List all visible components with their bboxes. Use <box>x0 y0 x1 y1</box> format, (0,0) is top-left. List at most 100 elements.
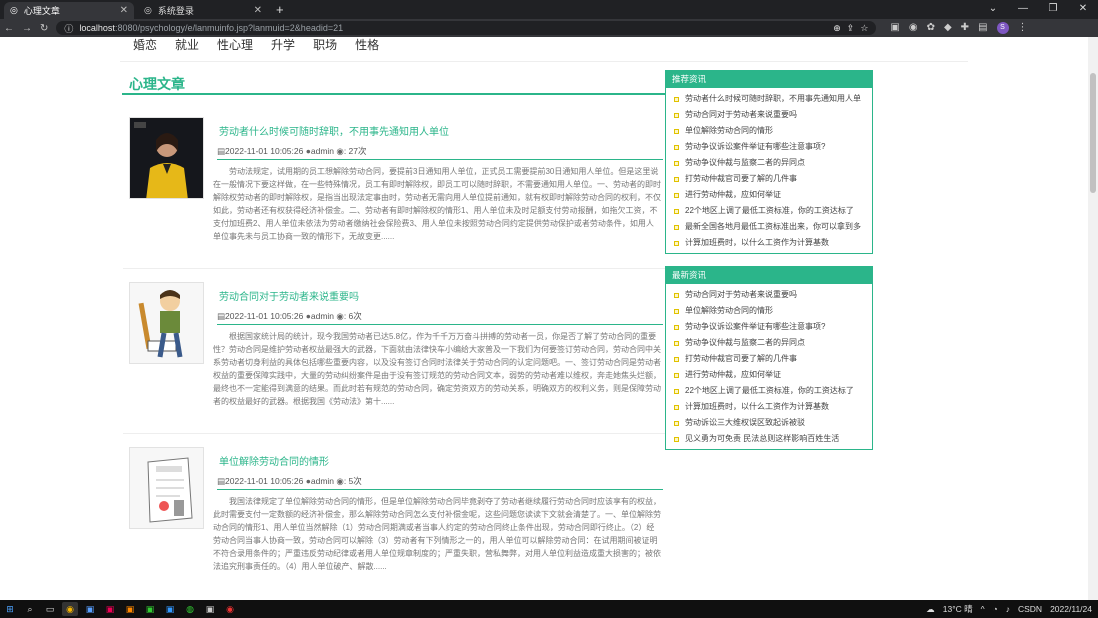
article-views: 6次 <box>348 311 362 321</box>
latest-title: 最新资讯 <box>666 266 872 284</box>
tab-psychology-articles[interactable]: ◎ 心理文章 ✕ <box>4 2 134 19</box>
address-bar[interactable]: ⓘ localhost:8080/psychology/e/lanmuinfo.… <box>56 21 877 35</box>
list-item[interactable]: 进行劳动仲裁，应如何举证 <box>674 367 872 383</box>
bullet-icon <box>674 404 679 410</box>
list-item[interactable]: 单位解除劳动合同的情形 <box>674 123 872 139</box>
list-item[interactable]: 单位解除劳动合同的情形 <box>674 303 872 319</box>
nav-item-sex-psychology[interactable]: 性心理 <box>217 37 253 53</box>
nav-item-employment[interactable]: 就业 <box>175 37 199 53</box>
article-thumbnail[interactable] <box>129 117 204 199</box>
list-item[interactable]: 22个地区上调了最低工资标准，你的工资达标了 <box>674 383 872 399</box>
tray-chevron-icon[interactable]: ^ <box>981 604 985 614</box>
list-item[interactable]: 劳动争议诉讼案件举证有哪些注意事项? <box>674 319 872 335</box>
list-item[interactable]: 计算加班费时，以什么工资作为计算基数 <box>674 399 872 415</box>
list-item[interactable]: 劳动争议仲裁与监察二者的异同点 <box>674 155 872 171</box>
clock[interactable]: 2022/11/24 <box>1050 604 1092 614</box>
menu-icon[interactable]: ⋮ <box>1018 22 1028 34</box>
list-item[interactable]: 进行劳动仲裁，应如何举证 <box>674 187 872 203</box>
list-item[interactable]: 见义勇为可免责 民法总则这样影响百姓生活 <box>674 431 872 447</box>
dropdown-icon[interactable]: ⌄ <box>978 0 1008 19</box>
browser-tab-bar: ◎ 心理文章 ✕ ◎ 系统登录 ✕ + ⌄ — ❐ ✕ <box>0 0 1098 19</box>
list-item[interactable]: 22个地区上调了最低工资标准，你的工资达标了 <box>674 203 872 219</box>
page-scrollbar[interactable] <box>1088 37 1098 600</box>
minimize-button[interactable]: — <box>1008 0 1038 19</box>
profile-avatar[interactable]: S <box>996 22 1009 34</box>
list-item[interactable]: 打劳动仲裁官司要了解的几件事 <box>674 351 872 367</box>
article-item: 劳动合同对于劳动者来说重要吗 ▤2022-11-01 10:05:26 ●adm… <box>123 274 666 434</box>
info-icon[interactable]: ⓘ <box>64 22 73 35</box>
category-nav: 婚恋 就业 性心理 升学 职场 性格 <box>133 37 397 53</box>
bullet-icon <box>674 292 679 298</box>
extension-icon[interactable]: ▣ <box>890 22 899 34</box>
app-taskbar-icon[interactable]: ▣ <box>162 602 178 616</box>
bullet-icon <box>674 308 679 314</box>
app-taskbar-icon[interactable]: ◉ <box>222 602 238 616</box>
back-icon[interactable]: ← <box>4 23 14 34</box>
extension-icon[interactable]: ◆ <box>944 22 952 34</box>
list-item[interactable]: 劳动合同对于劳动者来说重要吗 <box>674 107 872 123</box>
network-icon[interactable]: ◔ <box>993 604 998 614</box>
tab-label: 心理文章 <box>23 6 60 16</box>
reload-icon[interactable]: ↻ <box>40 23 48 34</box>
list-item[interactable]: 劳动争议诉讼案件举证有哪些注意事项? <box>674 139 872 155</box>
article-title-link[interactable]: 劳动者什么时候可随时辞职，不用事先通知用人单位 <box>219 123 449 138</box>
extension-icon[interactable]: ✿ <box>927 22 935 34</box>
wechat-taskbar-icon[interactable]: ◍ <box>182 602 198 616</box>
list-item[interactable]: 劳动者什么时候可随时辞职，不用事先通知用人单 <box>674 91 872 107</box>
close-tab-icon[interactable]: ✕ <box>254 5 262 16</box>
latest-list: 劳动合同对于劳动者来说重要吗 单位解除劳动合同的情形 劳动争议诉讼案件举证有哪些… <box>666 284 872 449</box>
tab-system-login[interactable]: ◎ 系统登录 ✕ <box>138 2 268 19</box>
article-title-link[interactable]: 单位解除劳动合同的情形 <box>219 453 329 468</box>
app-taskbar-icon[interactable]: ▣ <box>142 602 158 616</box>
nav-item-further-study[interactable]: 升学 <box>271 37 295 53</box>
list-item[interactable]: 劳动合同对于劳动者来说重要吗 <box>674 287 872 303</box>
task-view-icon[interactable]: ▭ <box>42 602 58 616</box>
bullet-icon <box>674 420 679 426</box>
sidebar-icon[interactable]: ▤ <box>978 22 987 34</box>
share-icon[interactable]: ⇪ <box>847 23 855 34</box>
nav-item-marriage[interactable]: 婚恋 <box>133 37 157 53</box>
nav-item-personality[interactable]: 性格 <box>355 37 379 53</box>
bullet-icon <box>674 144 679 150</box>
tab-label: 系统登录 <box>157 6 194 16</box>
section-title: 心理文章 <box>129 76 185 92</box>
maximize-button[interactable]: ❐ <box>1038 0 1068 19</box>
article-title-link[interactable]: 劳动合同对于劳动者来说重要吗 <box>219 288 359 303</box>
weather-text[interactable]: 13°C 晴 <box>943 603 973 615</box>
list-item[interactable]: 打劳动仲裁官司要了解的几件事 <box>674 171 872 187</box>
zoom-icon[interactable]: ⊕ <box>833 23 841 34</box>
list-item[interactable]: 最新全国各地月最低工资标准出来，你可以拿到多 <box>674 219 872 235</box>
list-item[interactable]: 劳动诉讼三大维权误区致起诉被驳 <box>674 415 872 431</box>
close-window-button[interactable]: ✕ <box>1068 0 1098 19</box>
bullet-icon <box>674 240 679 246</box>
app-taskbar-icon[interactable]: ▣ <box>202 602 218 616</box>
app-taskbar-icon[interactable]: ▣ <box>102 602 118 616</box>
nav-divider <box>120 61 968 62</box>
star-icon[interactable]: ☆ <box>860 23 868 34</box>
recommended-list: 劳动者什么时候可随时辞职，不用事先通知用人单 劳动合同对于劳动者来说重要吗 单位… <box>666 88 872 253</box>
article-date: 2022-11-01 10:05:26 <box>225 311 304 321</box>
app-taskbar-icon[interactable]: ▣ <box>122 602 138 616</box>
search-icon[interactable]: ⌕ <box>22 602 38 616</box>
start-icon[interactable]: ⊞ <box>2 602 18 616</box>
article-thumbnail[interactable] <box>129 447 204 529</box>
puzzle-icon[interactable]: ✚ <box>961 22 969 34</box>
nav-item-workplace[interactable]: 职场 <box>313 37 337 53</box>
article-thumbnail[interactable] <box>129 282 204 364</box>
scrollbar-thumb[interactable] <box>1090 73 1096 193</box>
article-date: 2022-11-01 10:05:26 <box>225 476 304 486</box>
list-item[interactable]: 劳动争议仲裁与监察二者的异同点 <box>674 335 872 351</box>
bullet-icon <box>674 356 679 362</box>
list-item[interactable]: 计算加班费时，以什么工资作为计算基数 <box>674 235 872 251</box>
new-tab-button[interactable]: + <box>268 2 292 19</box>
calendar-icon: ▤ <box>217 476 226 486</box>
chrome-taskbar-icon[interactable]: ◉ <box>62 602 78 616</box>
article-excerpt: 根据国家统计局的统计，现今我国劳动者已达5.8亿，作为千千万万奋斗拼搏的劳动者一… <box>213 332 661 406</box>
app-taskbar-icon[interactable]: ▣ <box>82 602 98 616</box>
extension-icon[interactable]: ◉ <box>909 22 918 34</box>
article-date: 2022-11-01 10:05:26 <box>225 146 304 156</box>
volume-icon[interactable]: ♪ <box>1006 604 1010 614</box>
close-tab-icon[interactable]: ✕ <box>120 5 128 16</box>
forward-icon[interactable]: → <box>22 23 32 34</box>
weather-icon[interactable]: ☁ <box>926 604 935 615</box>
